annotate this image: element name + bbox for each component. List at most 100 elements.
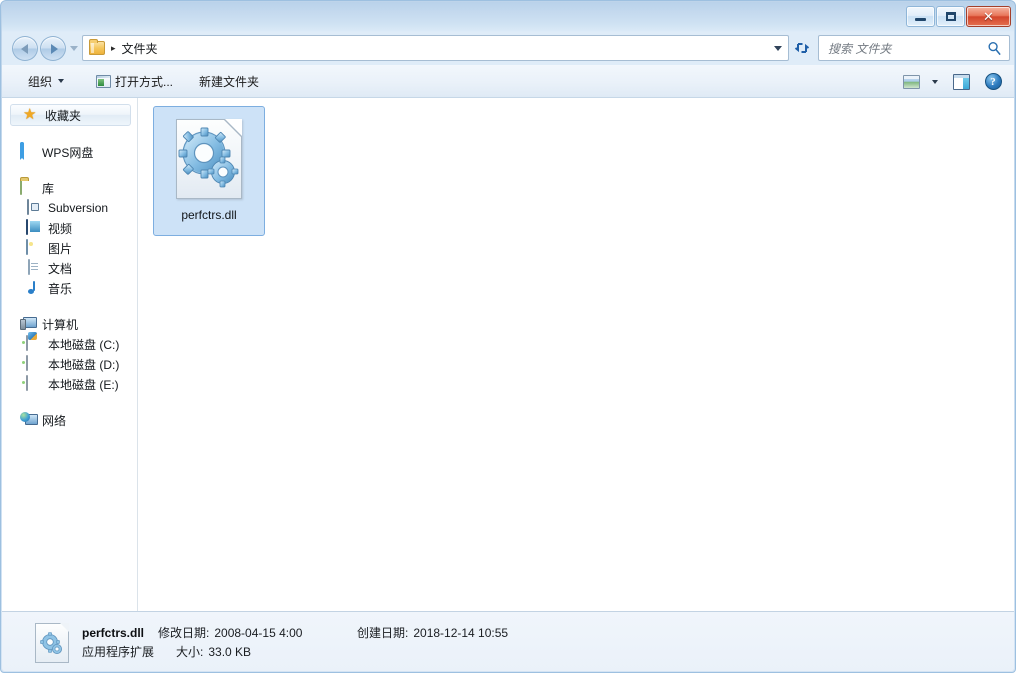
minimize-icon xyxy=(915,18,926,21)
status-file-name: perfctrs.dll xyxy=(82,626,145,640)
video-icon xyxy=(26,219,42,236)
change-view-button[interactable] xyxy=(896,69,926,94)
address-bar-row: ▸ 文件夹 搜索 文件夹 xyxy=(2,32,1014,65)
status-details-column-1: perfctrs.dll 修改日期: 2008-04-15 4:00 应用程序扩… xyxy=(82,624,302,662)
back-button[interactable] xyxy=(12,36,38,61)
help-button[interactable]: ? xyxy=(978,69,1008,94)
forward-button[interactable] xyxy=(40,36,66,61)
forward-arrow-icon xyxy=(50,43,58,54)
status-line-1: perfctrs.dll 修改日期: 2008-04-15 4:00 xyxy=(82,624,302,643)
window-frame-inner: ✕ ▸ 文件夹 搜索 文件夹 组织 打开方式... 新建文件夹 ? ★ 收藏夹 … xyxy=(2,2,1014,671)
views-icon xyxy=(902,74,920,89)
sidebar-item-videos[interactable]: 视频 xyxy=(2,218,137,238)
pictures-icon xyxy=(26,239,42,256)
explorer-window: ✕ ▸ 文件夹 搜索 文件夹 组织 打开方式... 新建文件夹 ? ★ 收藏夹 … xyxy=(0,0,1016,673)
minimize-button[interactable] xyxy=(906,6,935,27)
folder-icon xyxy=(89,39,105,55)
sidebar-item-subversion[interactable]: Subversion xyxy=(2,198,137,218)
sidebar-item-label: 收藏夹 xyxy=(45,108,82,123)
explorer-body: ★ 收藏夹 WPS网盘 库 Subversion 视频 图片 文档 音乐 计算机… xyxy=(2,98,1014,611)
refresh-icon xyxy=(794,42,809,53)
change-view-dropdown[interactable] xyxy=(926,69,944,94)
sidebar-item-label: 本地磁盘 (C:) xyxy=(48,337,120,352)
sidebar-item-label: 本地磁盘 (E:) xyxy=(48,377,119,392)
chevron-down-icon xyxy=(58,79,65,83)
open-with-button[interactable]: 打开方式... xyxy=(88,69,181,94)
system-drive-icon xyxy=(26,335,42,352)
new-folder-label: 新建文件夹 xyxy=(199,74,260,89)
sidebar-item-drive-d[interactable]: 本地磁盘 (D:) xyxy=(2,354,137,374)
help-glyph: ? xyxy=(990,75,996,88)
open-with-icon xyxy=(96,74,112,88)
sidebar-item-label: 计算机 xyxy=(42,317,79,332)
window-controls: ✕ xyxy=(906,6,1011,27)
sidebar-item-documents[interactable]: 文档 xyxy=(2,258,137,278)
status-modified-value: 2008-04-15 4:00 xyxy=(214,626,303,640)
sidebar-item-favorites[interactable]: ★ 收藏夹 xyxy=(10,104,131,126)
cloud-icon xyxy=(20,142,36,160)
sidebar-item-pictures[interactable]: 图片 xyxy=(2,238,137,258)
new-folder-button[interactable]: 新建文件夹 xyxy=(191,69,267,94)
help-icon: ? xyxy=(984,73,1002,90)
status-created-label: 创建日期: xyxy=(357,626,409,640)
sidebar-item-label: 图片 xyxy=(48,241,73,256)
organize-label: 组织 xyxy=(28,74,53,89)
file-list-view[interactable]: perfctrs.dll xyxy=(139,98,1014,611)
drive-icon xyxy=(26,375,42,392)
sidebar-item-network[interactable]: 网络 xyxy=(2,410,137,430)
close-icon: ✕ xyxy=(983,8,994,24)
sidebar-item-computer[interactable]: 计算机 xyxy=(2,314,137,334)
close-button[interactable]: ✕ xyxy=(966,6,1011,27)
search-icon xyxy=(988,41,1001,56)
sidebar-item-label: WPS网盘 xyxy=(42,145,94,160)
file-name-label: perfctrs.dll xyxy=(181,208,237,222)
sidebar-item-libraries[interactable]: 库 xyxy=(2,178,137,198)
breadcrumb-separator-icon: ▸ xyxy=(111,42,116,53)
command-toolbar: 组织 打开方式... 新建文件夹 ? xyxy=(2,65,1014,98)
navigation-pane[interactable]: ★ 收藏夹 WPS网盘 库 Subversion 视频 图片 文档 音乐 计算机… xyxy=(2,98,138,611)
refresh-button[interactable] xyxy=(791,36,813,60)
maximize-button[interactable] xyxy=(936,6,965,27)
sidebar-item-label: Subversion xyxy=(48,201,109,215)
preview-pane-button[interactable] xyxy=(944,69,978,94)
open-with-label: 打开方式... xyxy=(115,74,174,89)
library-icon xyxy=(20,179,36,196)
address-breadcrumb-bar[interactable]: ▸ 文件夹 xyxy=(82,35,789,61)
status-details-column-2: 创建日期: 2018-12-14 10:55 xyxy=(357,624,508,643)
title-bar[interactable]: ✕ xyxy=(2,2,1014,32)
status-line-2: 应用程序扩展 大小: 33.0 KB xyxy=(82,643,302,662)
chevron-down-icon[interactable] xyxy=(774,46,782,51)
organize-button[interactable]: 组织 xyxy=(20,69,72,94)
search-box[interactable]: 搜索 文件夹 xyxy=(818,35,1010,61)
status-size-value: 33.0 KB xyxy=(208,645,252,659)
chevron-down-icon xyxy=(932,79,938,84)
sidebar-item-label: 库 xyxy=(42,181,55,196)
breadcrumb-item-folder[interactable]: 文件夹 xyxy=(122,40,158,57)
recent-pages-icon[interactable] xyxy=(70,46,78,51)
dll-gears-icon xyxy=(35,623,69,663)
computer-icon xyxy=(20,316,36,332)
status-created-line: 创建日期: 2018-12-14 10:55 xyxy=(357,624,508,643)
sidebar-item-label: 视频 xyxy=(48,221,73,236)
sidebar-item-wps-cloud[interactable]: WPS网盘 xyxy=(2,142,137,162)
music-icon xyxy=(26,280,42,296)
status-size-label: 大小: xyxy=(176,645,204,659)
sidebar-item-drive-e[interactable]: 本地磁盘 (E:) xyxy=(2,374,137,394)
subversion-icon xyxy=(26,199,42,216)
star-icon: ★ xyxy=(23,106,37,123)
sidebar-item-label: 本地磁盘 (D:) xyxy=(48,357,120,372)
status-modified-label: 修改日期: xyxy=(158,626,210,640)
sidebar-item-label: 文档 xyxy=(48,261,73,276)
navigation-buttons xyxy=(12,36,66,61)
sidebar-item-label: 音乐 xyxy=(48,281,73,296)
file-item-perfctrs-dll[interactable]: perfctrs.dll xyxy=(153,106,265,236)
status-file-type: 应用程序扩展 xyxy=(82,645,155,659)
maximize-icon xyxy=(945,12,956,21)
toolbar-right-group: ? xyxy=(896,69,1008,94)
search-input[interactable]: 搜索 文件夹 xyxy=(828,40,891,57)
sidebar-item-label: 网络 xyxy=(42,413,67,428)
sidebar-item-music[interactable]: 音乐 xyxy=(2,278,137,298)
sidebar-item-drive-c[interactable]: 本地磁盘 (C:) xyxy=(2,334,137,354)
